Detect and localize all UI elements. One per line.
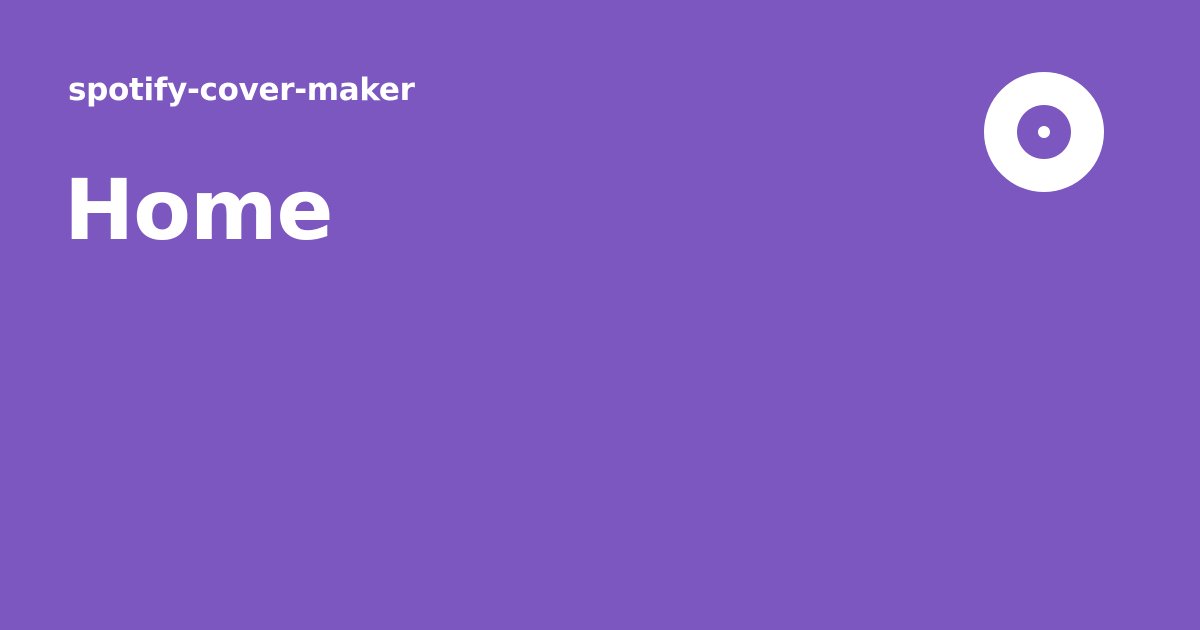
social-preview-card: spotify-cover-maker Home (0, 0, 1200, 630)
site-name: spotify-cover-maker (68, 72, 415, 108)
disc-icon (984, 72, 1104, 192)
page-title: Home (64, 161, 334, 259)
disc-center-dot (1038, 126, 1050, 138)
